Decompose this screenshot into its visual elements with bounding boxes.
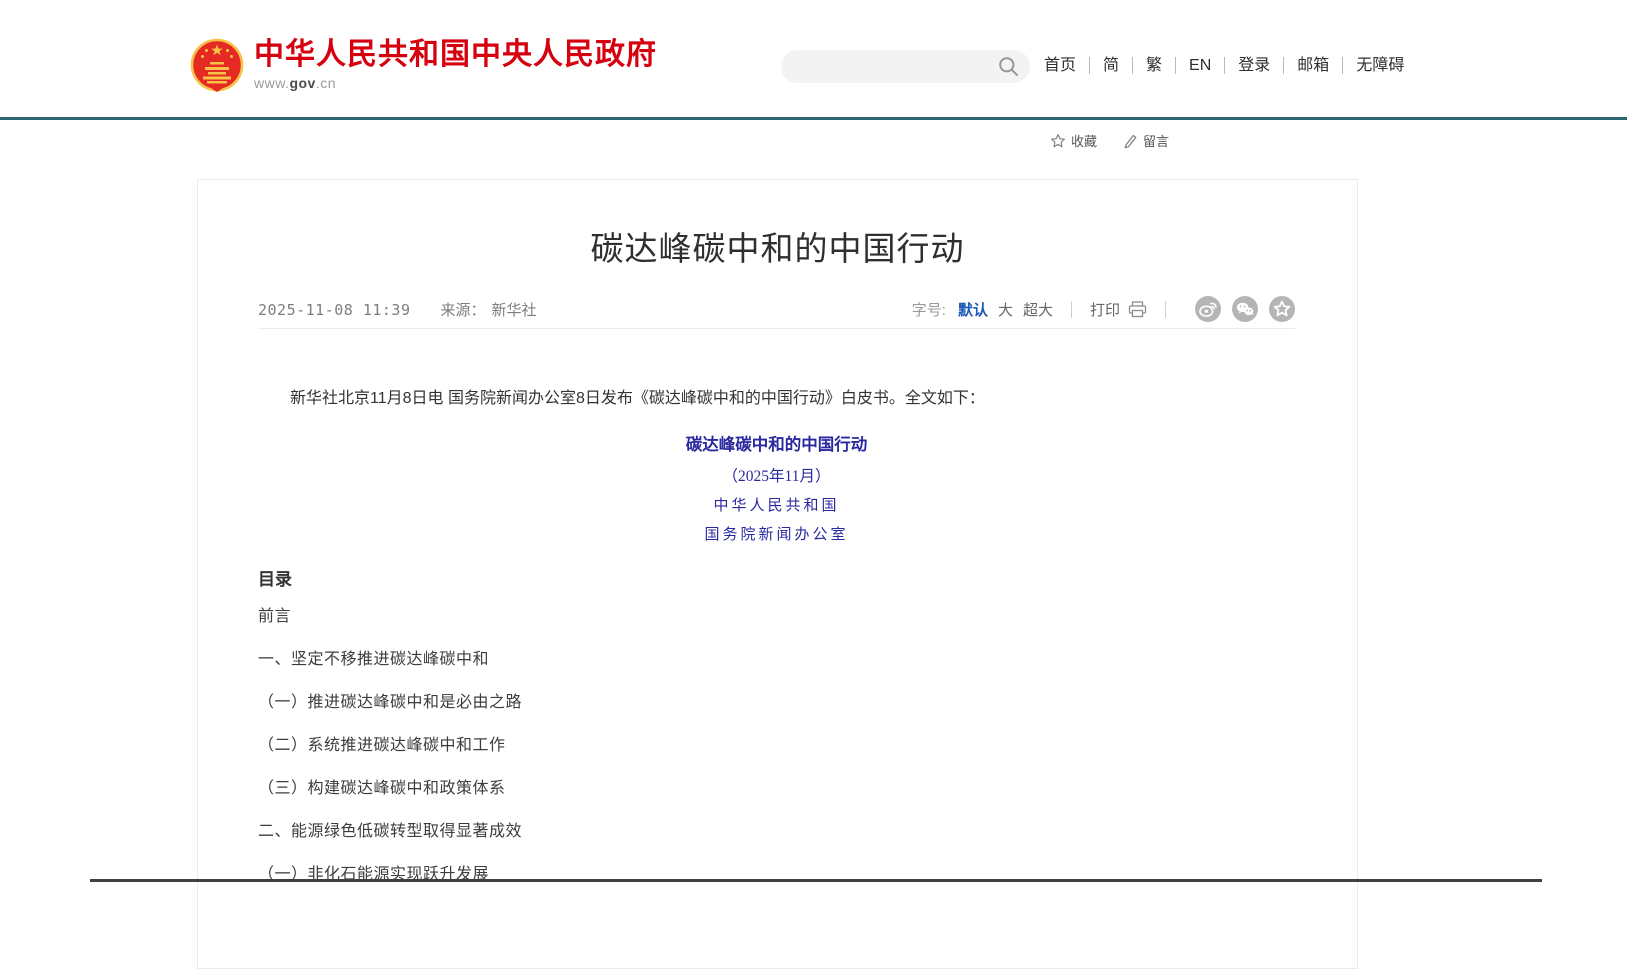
printer-icon	[1128, 301, 1147, 318]
site-brand[interactable]: 中华人民共和国中央人民政府 www.gov.cn	[190, 38, 657, 96]
wechat-icon[interactable]	[1232, 296, 1258, 322]
doc-org-line1: 中华人民共和国	[258, 496, 1295, 516]
doc-org-line2: 国务院新闻办公室	[258, 525, 1295, 545]
meta-divider	[258, 328, 1295, 329]
print-button[interactable]: 打印	[1090, 299, 1147, 320]
toc-item: （三）构建碳达峰碳中和政策体系	[258, 777, 1295, 801]
article-body: 新华社北京11月8日电 国务院新闻办公室8日发布《碳达峰碳中和的中国行动》白皮书…	[258, 380, 1295, 906]
pen-icon	[1123, 133, 1138, 149]
comment-button[interactable]: 留言	[1123, 131, 1169, 150]
search-input[interactable]	[781, 50, 998, 83]
toc-heading: 目录	[258, 569, 1295, 591]
weibo-icon[interactable]	[1195, 296, 1221, 322]
toc-list: 前言 一、坚定不移推进碳达峰碳中和 （一）推进碳达峰碳中和是必由之路 （二）系统…	[258, 605, 1295, 887]
site-title: 中华人民共和国中央人民政府	[254, 38, 657, 72]
print-label: 打印	[1090, 299, 1120, 320]
font-size-large[interactable]: 大	[998, 299, 1013, 320]
favorite-button[interactable]: 收藏	[1050, 131, 1097, 150]
font-size-label: 字号:	[912, 299, 946, 320]
article-title: 碳达峰碳中和的中国行动	[198, 222, 1357, 270]
comment-label: 留言	[1143, 131, 1169, 150]
font-size-default[interactable]: 默认	[958, 299, 988, 320]
source-label: 来源：	[441, 299, 486, 320]
brand-text: 中华人民共和国中央人民政府 www.gov.cn	[254, 38, 657, 91]
header-nav: 首页 简 繁 EN 登录 邮箱 无障碍	[1044, 57, 1417, 74]
site-url-cn: .cn	[316, 75, 336, 91]
nav-home[interactable]: 首页	[1044, 57, 1089, 74]
article-meta-right: 字号: 默认 大 超大 打印	[912, 296, 1295, 322]
toc-item: （一）非化石能源实现跃升发展	[258, 863, 1295, 887]
article-meta-left: 2025-11-08 11:39 来源： 新华社	[258, 299, 537, 320]
search-box	[781, 50, 1030, 83]
national-emblem-logo	[190, 38, 244, 96]
site-header: 中华人民共和国中央人民政府 www.gov.cn 首页 简 繁 EN 登录 邮箱…	[0, 0, 1627, 117]
nav-accessibility[interactable]: 无障碍	[1342, 57, 1417, 74]
header-divider	[0, 117, 1627, 120]
nav-mail[interactable]: 邮箱	[1283, 57, 1342, 74]
font-size-xlarge[interactable]: 超大	[1023, 299, 1053, 320]
search-icon[interactable]	[998, 56, 1020, 78]
toc-item: 一、坚定不移推进碳达峰碳中和	[258, 648, 1295, 672]
nav-login[interactable]: 登录	[1224, 57, 1283, 74]
page-tools: 收藏 留言	[1050, 131, 1195, 150]
divider-bar	[1165, 301, 1166, 318]
divider-bar	[1071, 301, 1072, 318]
site-url-www: www.	[254, 75, 289, 91]
doc-date: （2025年11月）	[258, 466, 1295, 487]
nav-simplified[interactable]: 简	[1089, 57, 1132, 74]
article-date: 2025-11-08 11:39	[258, 301, 411, 319]
site-url: www.gov.cn	[254, 75, 657, 91]
site-url-gov: gov	[289, 75, 315, 91]
article-meta: 2025-11-08 11:39 来源： 新华社 字号: 默认 大 超大 打印	[258, 293, 1295, 325]
article-card: 碳达峰碳中和的中国行动 2025-11-08 11:39 来源： 新华社 字号:…	[197, 179, 1358, 969]
nav-english[interactable]: EN	[1175, 57, 1224, 74]
doc-title: 碳达峰碳中和的中国行动	[258, 434, 1295, 457]
lead-paragraph: 新华社北京11月8日电 国务院新闻办公室8日发布《碳达峰碳中和的中国行动》白皮书…	[258, 386, 1295, 412]
star-outline-icon	[1050, 133, 1066, 149]
page-bottom-divider	[90, 879, 1542, 882]
share-group	[1184, 296, 1295, 322]
toc-item: 前言	[258, 605, 1295, 629]
source-value[interactable]: 新华社	[492, 299, 537, 320]
favorite-label: 收藏	[1071, 131, 1097, 150]
star-icon[interactable]	[1269, 296, 1295, 322]
toc-item: （二）系统推进碳达峰碳中和工作	[258, 734, 1295, 758]
toc-item: 二、能源绿色低碳转型取得显著成效	[258, 820, 1295, 844]
toc-item: （一）推进碳达峰碳中和是必由之路	[258, 691, 1295, 715]
nav-traditional[interactable]: 繁	[1132, 57, 1175, 74]
